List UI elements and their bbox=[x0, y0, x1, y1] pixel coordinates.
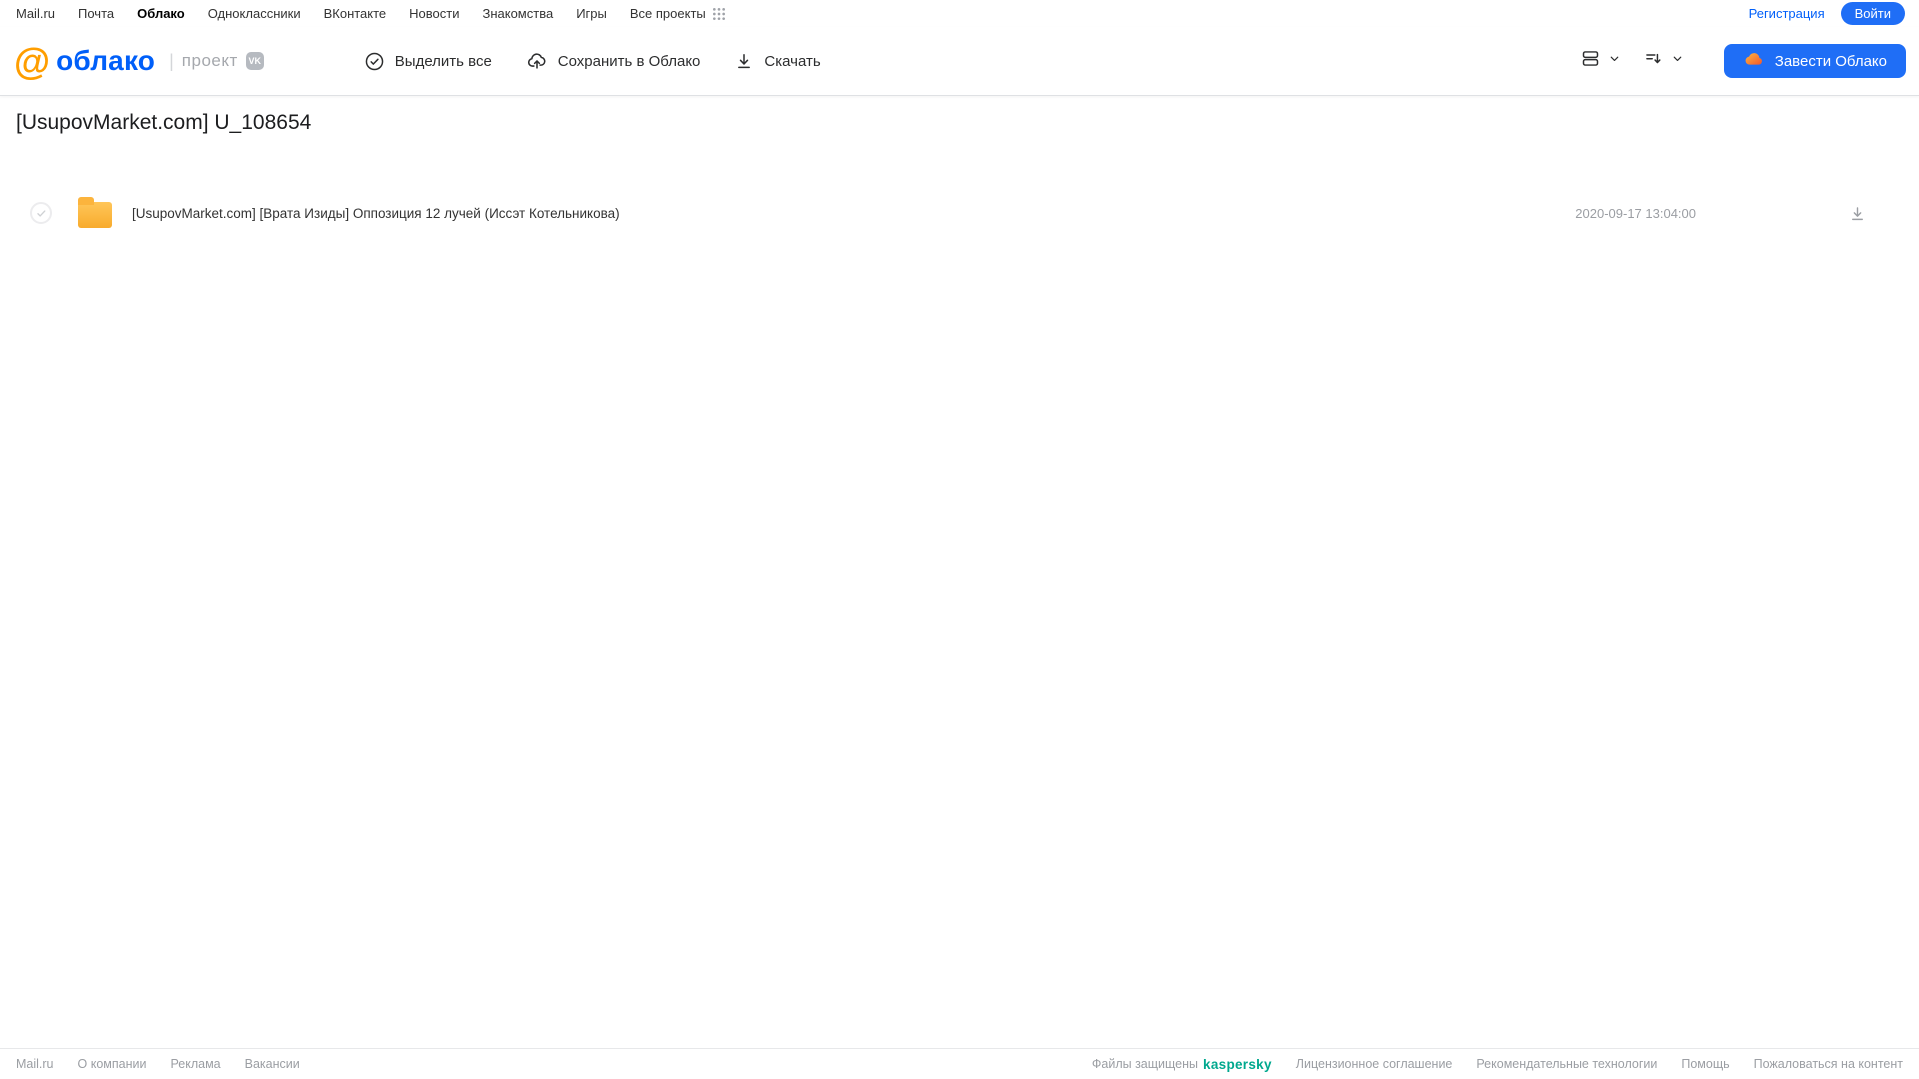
page-title: [UsupovMarket.com] U_108654 bbox=[16, 111, 312, 134]
share-toolbar: Выделить все Сохранить в Облако Скачать bbox=[364, 50, 821, 72]
download-label: Скачать bbox=[764, 52, 821, 70]
cloud-upload-icon bbox=[526, 50, 548, 72]
portal-link-vkontakte[interactable]: ВКонтакте bbox=[324, 6, 387, 21]
portal-link-dating[interactable]: Знакомства bbox=[482, 6, 553, 21]
list-view-icon bbox=[1580, 48, 1601, 74]
file-date: 2020-09-17 13:04:00 bbox=[1575, 205, 1696, 221]
vk-project-label: | проект VK bbox=[169, 51, 264, 72]
view-mode-control[interactable] bbox=[1580, 48, 1621, 74]
save-to-cloud-label: Сохранить в Облако bbox=[557, 52, 701, 70]
row-download-button[interactable] bbox=[1848, 204, 1867, 223]
registration-link[interactable]: Регистрация bbox=[1749, 6, 1825, 21]
select-all-button[interactable]: Выделить все bbox=[364, 51, 492, 72]
cloud-logo-text: облако bbox=[56, 45, 156, 76]
footer-link-report-content[interactable]: Пожаловаться на контент bbox=[1754, 1057, 1903, 1071]
apps-grid-icon bbox=[712, 7, 726, 21]
all-projects-control[interactable]: Все проекты bbox=[630, 6, 726, 21]
chevron-down-icon bbox=[1608, 52, 1621, 70]
auth-controls: Регистрация Войти bbox=[1749, 2, 1905, 25]
vk-badge-icon: VK bbox=[245, 52, 264, 70]
portal-link-odnoklassniki[interactable]: Одноклассники bbox=[208, 6, 301, 21]
share-content: [UsupovMarket.com] U_108654 [UsupovMarke… bbox=[0, 111, 1919, 235]
footer-link-license[interactable]: Лицензионное соглашение bbox=[1296, 1057, 1453, 1071]
save-to-cloud-button[interactable]: Сохранить в Облако bbox=[526, 50, 701, 72]
folder-icon bbox=[78, 197, 112, 228]
portal-link-games[interactable]: Игры bbox=[576, 6, 607, 21]
footer-link-about[interactable]: О компании bbox=[78, 1057, 147, 1071]
file-row[interactable]: [UsupovMarket.com] [Врата Изиды] Оппозиц… bbox=[16, 191, 1903, 235]
footer-link-ads[interactable]: Реклама bbox=[170, 1057, 220, 1071]
portal-link-mailru[interactable]: Mail.ru bbox=[16, 6, 55, 21]
cloud-logo[interactable]: @ облако | проект VK bbox=[14, 43, 264, 80]
header-right-controls: Завести Облако bbox=[1580, 44, 1906, 78]
download-icon bbox=[734, 51, 754, 71]
orange-cloud-icon bbox=[1743, 48, 1765, 74]
sort-lines-icon bbox=[1643, 48, 1664, 74]
mailru-at-icon: @ bbox=[14, 40, 51, 82]
footer-link-help[interactable]: Помощь bbox=[1681, 1057, 1729, 1071]
download-button[interactable]: Скачать bbox=[734, 51, 821, 71]
row-checkbox[interactable] bbox=[30, 202, 52, 224]
create-cloud-button[interactable]: Завести Облако bbox=[1723, 44, 1906, 78]
select-all-label: Выделить все bbox=[394, 52, 492, 70]
portal-link-all-projects[interactable]: Все проекты bbox=[630, 6, 706, 21]
cloud-header: @ облако | проект VK Выделить все Сохран… bbox=[0, 27, 1919, 96]
footer-link-mailru[interactable]: Mail.ru bbox=[16, 1057, 54, 1071]
kaspersky-logo[interactable]: kaspersky bbox=[1203, 1057, 1272, 1072]
logo-separator: | bbox=[169, 50, 174, 71]
portal-nav: Mail.ru Почта Облако Одноклассники ВКонт… bbox=[0, 0, 1919, 27]
check-circle-icon bbox=[364, 51, 385, 72]
login-button[interactable]: Войти bbox=[1840, 2, 1905, 25]
protected-by-label: Файлы защищены bbox=[1091, 1057, 1199, 1071]
portal-link-news[interactable]: Новости bbox=[409, 6, 459, 21]
sort-control[interactable] bbox=[1643, 48, 1684, 74]
footer-left-links: Mail.ru О компании Реклама Вакансии bbox=[16, 1057, 300, 1071]
portal-link-cloud[interactable]: Облако bbox=[137, 6, 185, 21]
create-cloud-label: Завести Облако bbox=[1774, 52, 1887, 70]
footer-right-links: Файлы защищены kaspersky Лицензионное со… bbox=[1092, 1057, 1903, 1072]
footer-link-recommendation-tech[interactable]: Рекомендательные технологии bbox=[1476, 1057, 1657, 1071]
project-text: проект bbox=[181, 51, 238, 70]
file-name[interactable]: [UsupovMarket.com] [Врата Изиды] Оппозиц… bbox=[132, 206, 1575, 221]
chevron-down-icon bbox=[1671, 52, 1684, 70]
page-footer: Mail.ru О компании Реклама Вакансии Файл… bbox=[0, 1048, 1919, 1079]
footer-link-jobs[interactable]: Вакансии bbox=[245, 1057, 300, 1071]
kaspersky-protection: Файлы защищены kaspersky bbox=[1092, 1057, 1272, 1072]
portal-link-mail[interactable]: Почта bbox=[78, 6, 114, 21]
